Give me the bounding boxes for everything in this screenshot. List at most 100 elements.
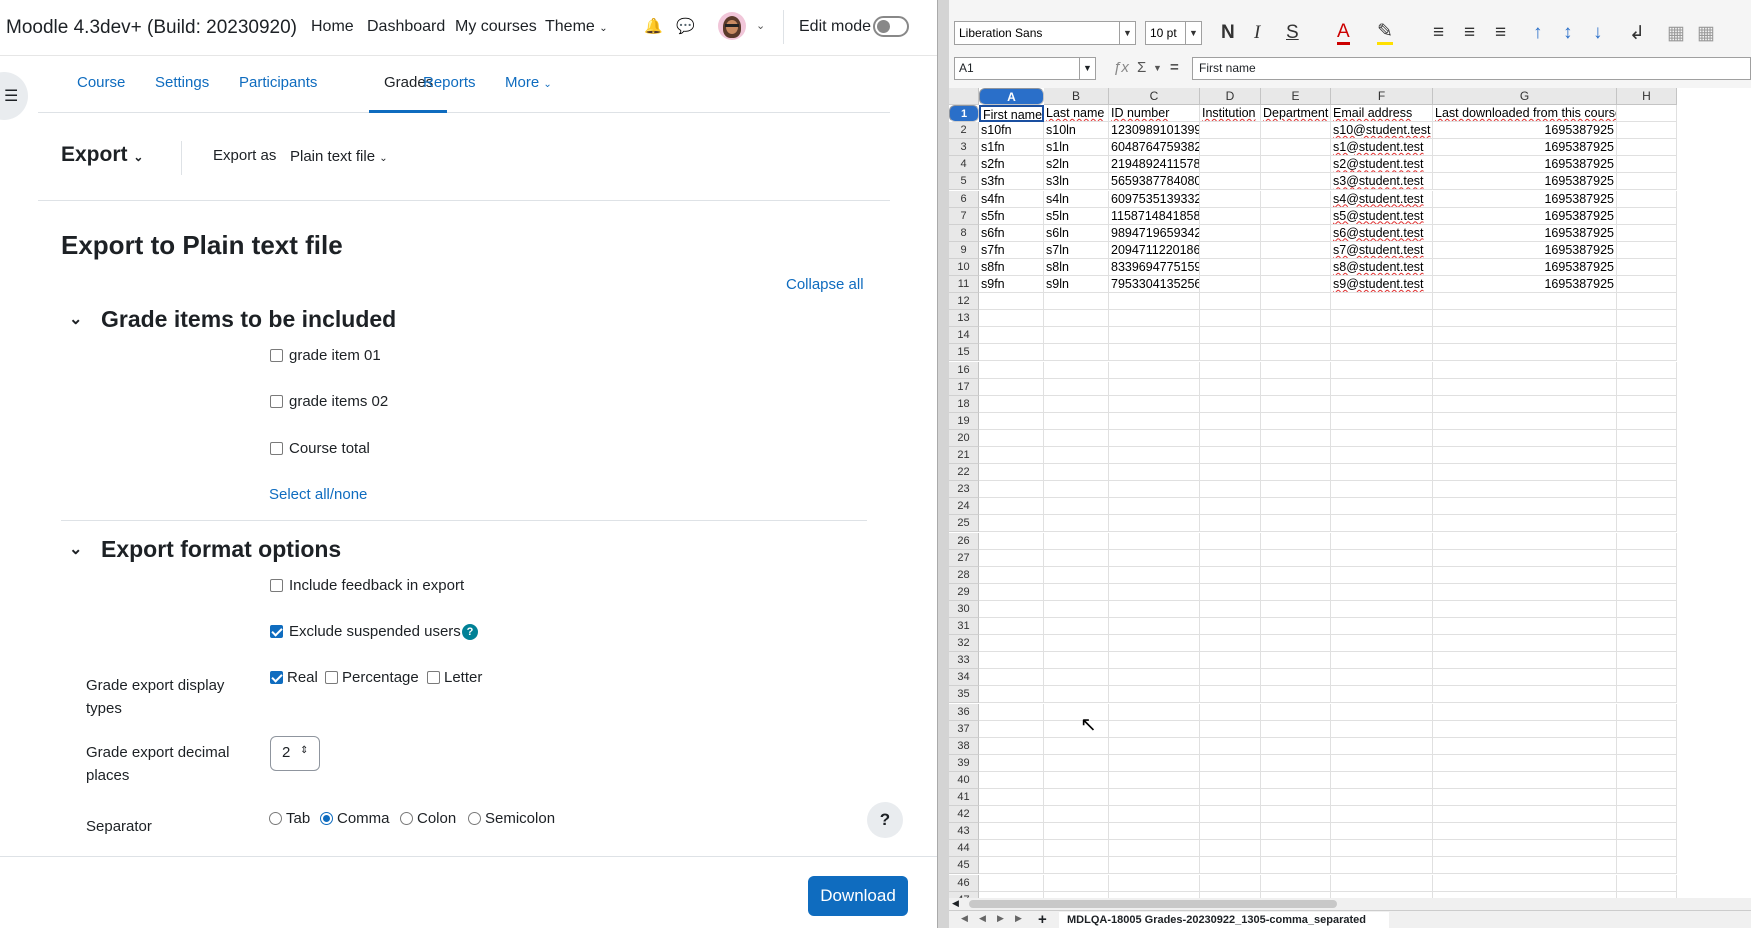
row-header[interactable]: 11	[949, 276, 979, 293]
table-cell[interactable]	[979, 874, 1044, 892]
table-cell[interactable]: 1695387925	[1433, 139, 1617, 157]
table-cell[interactable]	[1261, 447, 1331, 464]
course-total-checkbox[interactable]	[270, 442, 283, 455]
add-sheet-icon[interactable]: +	[1038, 911, 1047, 928]
row-header[interactable]: 17	[949, 378, 979, 396]
table-cell[interactable]: ID number	[1109, 105, 1200, 122]
table-cell[interactable]	[1109, 874, 1200, 892]
table-cell[interactable]	[1331, 549, 1433, 567]
bold-icon[interactable]: N	[1221, 22, 1235, 44]
table-cell[interactable]	[1331, 635, 1433, 653]
table-cell[interactable]	[1200, 840, 1261, 858]
tab-participants[interactable]: Participants	[239, 74, 317, 91]
chevron-down-icon[interactable]: ▼	[1119, 22, 1135, 44]
table-cell[interactable]	[1044, 754, 1109, 772]
row-header[interactable]: 2	[949, 122, 979, 140]
grade-item-02-checkbox[interactable]	[270, 395, 283, 408]
row-header[interactable]: 14	[949, 327, 979, 345]
italic-icon[interactable]: I	[1254, 22, 1260, 44]
nav-theme[interactable]: Theme ⌄	[545, 18, 608, 36]
table-cell[interactable]	[1200, 276, 1261, 293]
table-cell[interactable]	[1261, 600, 1331, 618]
sum-icon[interactable]: Σ	[1137, 59, 1146, 76]
table-cell[interactable]	[1044, 549, 1109, 567]
table-cell[interactable]	[1331, 771, 1433, 789]
table-cell[interactable]: 1695387925	[1433, 224, 1617, 242]
align-top-icon[interactable]: ↑	[1533, 22, 1543, 44]
table-cell[interactable]: s2fn	[979, 156, 1044, 174]
scrollbar-thumb[interactable]	[969, 900, 1337, 908]
chevron-down-icon[interactable]: ▼	[1079, 58, 1095, 79]
table-cell[interactable]	[1617, 327, 1677, 345]
table-cell[interactable]	[1044, 669, 1109, 687]
row-header[interactable]: 20	[949, 429, 979, 447]
row-header[interactable]: 3	[949, 139, 979, 157]
table-cell[interactable]	[1331, 737, 1433, 755]
table-cell[interactable]: s7fn	[979, 241, 1044, 259]
table-cell[interactable]	[1617, 378, 1677, 396]
table-cell[interactable]	[1109, 686, 1200, 704]
table-cell[interactable]	[1261, 258, 1331, 276]
table-cell[interactable]	[1200, 412, 1261, 430]
tab-reports[interactable]: Reports	[423, 74, 476, 91]
table-cell[interactable]	[1331, 447, 1433, 464]
letter-checkbox[interactable]	[427, 671, 440, 684]
table-cell[interactable]: s7ln	[1044, 241, 1109, 259]
table-cell[interactable]	[1261, 806, 1331, 824]
row-header[interactable]: 27	[949, 549, 979, 567]
table-cell[interactable]	[1617, 481, 1677, 499]
row-header[interactable]: 29	[949, 583, 979, 601]
column-header-g[interactable]: G	[1433, 88, 1617, 105]
row-header[interactable]: 32	[949, 635, 979, 653]
table-cell[interactable]: s8fn	[979, 258, 1044, 276]
table-cell[interactable]	[1261, 515, 1331, 533]
prev-sheet-icon[interactable]: ◀	[979, 913, 986, 924]
table-cell[interactable]	[979, 771, 1044, 789]
table-cell[interactable]: 6048764759382	[1109, 139, 1200, 157]
table-cell[interactable]	[979, 703, 1044, 721]
row-header[interactable]: 44	[949, 840, 979, 858]
table-cell[interactable]	[1617, 669, 1677, 687]
table-cell[interactable]	[1261, 378, 1331, 396]
table-cell[interactable]	[979, 429, 1044, 447]
table-cell[interactable]	[1617, 361, 1677, 379]
table-cell[interactable]	[1433, 754, 1617, 772]
table-cell[interactable]	[1433, 583, 1617, 601]
horizontal-scrollbar[interactable]: ◀	[949, 898, 1751, 910]
tab-course[interactable]: Course	[77, 74, 125, 91]
table-cell[interactable]	[1109, 549, 1200, 567]
table-cell[interactable]	[1261, 293, 1331, 311]
table-cell[interactable]	[1261, 583, 1331, 601]
sheet-tab[interactable]: MDLQA-18005 Grades-20230922_1305-comma_s…	[1059, 912, 1389, 928]
table-cell[interactable]	[1044, 686, 1109, 704]
table-cell[interactable]	[1261, 566, 1331, 584]
table-cell[interactable]	[1433, 857, 1617, 875]
table-cell[interactable]	[1044, 344, 1109, 362]
table-cell[interactable]	[979, 344, 1044, 362]
table-cell[interactable]	[1261, 840, 1331, 858]
table-cell[interactable]	[1331, 669, 1433, 687]
table-cell[interactable]: Email address	[1331, 105, 1433, 122]
table-cell[interactable]	[1617, 532, 1677, 550]
table-cell[interactable]: 8339694775159	[1109, 258, 1200, 276]
font-color-icon[interactable]: A	[1337, 22, 1350, 45]
table-cell[interactable]	[979, 737, 1044, 755]
active-cell[interactable]: First name	[979, 105, 1044, 122]
column-header-h[interactable]: H	[1617, 88, 1677, 105]
table-cell[interactable]	[1044, 412, 1109, 430]
help-button[interactable]: ?	[867, 802, 903, 838]
table-cell[interactable]	[1331, 703, 1433, 721]
table-cell[interactable]	[1433, 481, 1617, 499]
table-cell[interactable]	[1433, 549, 1617, 567]
table-cell[interactable]	[1261, 344, 1331, 362]
align-left-icon[interactable]: ≡	[1433, 22, 1444, 44]
table-cell[interactable]	[979, 583, 1044, 601]
row-header[interactable]: 1	[949, 105, 979, 122]
table-cell[interactable]	[1200, 515, 1261, 533]
download-button[interactable]: Download	[808, 876, 908, 916]
table-cell[interactable]	[979, 600, 1044, 618]
table-cell[interactable]	[1044, 293, 1109, 311]
table-cell[interactable]: s10ln	[1044, 122, 1109, 140]
column-header-e[interactable]: E	[1261, 88, 1331, 105]
table-cell[interactable]	[1617, 344, 1677, 362]
